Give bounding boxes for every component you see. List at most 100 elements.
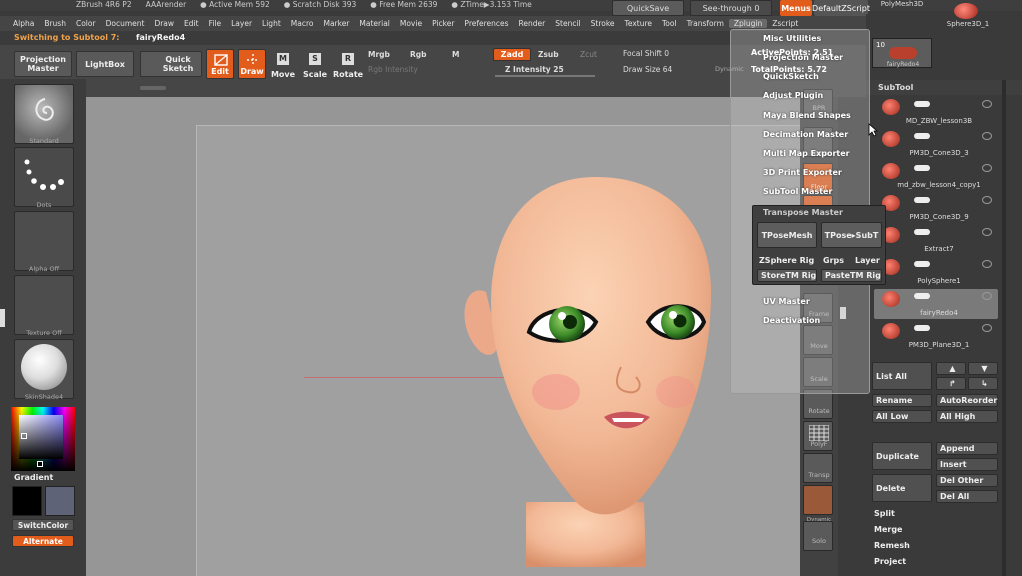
alternate-button[interactable]: Alternate (12, 535, 74, 547)
move-top-button[interactable]: ↱ (936, 377, 966, 390)
zplugin-item-maya-blend-shapes[interactable]: Maya Blend Shapes (763, 111, 851, 120)
move-down-button[interactable]: ▼ (968, 362, 998, 375)
main-color-swatch[interactable] (12, 486, 42, 516)
pastetm-rig-button[interactable]: PasteTM Rig (821, 269, 882, 282)
uv-master-item[interactable]: UV Master (763, 297, 810, 306)
see-through-slider[interactable]: See-through 0 (690, 0, 772, 16)
rotate-button[interactable]: R Rotate (333, 49, 363, 79)
visibility-toggle[interactable] (914, 197, 930, 203)
projection-master-button[interactable]: Projection Master (14, 51, 72, 77)
texture-button[interactable] (14, 275, 74, 335)
visibility-toggle[interactable] (914, 229, 930, 235)
default-zscript-button[interactable]: DefaultZScript (812, 0, 870, 16)
tposemesh-button[interactable]: TPoseMesh (757, 222, 817, 248)
quicksave-button[interactable]: QuickSave (612, 0, 684, 16)
menu-texture[interactable]: Texture (620, 19, 657, 28)
insert-button[interactable]: Insert (936, 458, 998, 471)
focal-shift-slider[interactable]: Focal Shift 0 (623, 49, 669, 58)
zsphere-rig-toggle[interactable]: ZSphere Rig (759, 256, 814, 265)
subtool-item[interactable]: PM3D_Cone3D_3 (874, 129, 998, 159)
palette-scrollbar[interactable] (1002, 80, 1006, 576)
menu-edit[interactable]: Edit (179, 19, 204, 28)
eye-icon[interactable] (982, 228, 992, 236)
eye-icon[interactable] (982, 324, 992, 332)
menu-marker[interactable]: Marker (318, 19, 354, 28)
subtool-item[interactable]: MD_ZBW_lesson3B (874, 97, 998, 127)
auto-reorder-button[interactable]: AutoReorder (936, 394, 998, 407)
menu-layer[interactable]: Layer (226, 19, 257, 28)
eye-icon[interactable] (982, 100, 992, 108)
subtool-item[interactable]: PolySphere1 (874, 257, 998, 287)
menu-file[interactable]: File (204, 19, 227, 28)
quick-sketch-button[interactable]: Quick Sketch (140, 51, 202, 77)
eye-icon[interactable] (982, 164, 992, 172)
menu-macro[interactable]: Macro (286, 19, 319, 28)
alpha-button[interactable] (14, 211, 74, 271)
visibility-toggle[interactable] (914, 325, 930, 331)
solo-button[interactable] (803, 521, 833, 551)
draw-size-slider[interactable]: Draw Size 64 (623, 65, 672, 74)
menu-picker[interactable]: Picker (427, 19, 459, 28)
menu-zscript[interactable]: Zscript (767, 19, 803, 28)
zplugin-item-adjust-plugin[interactable]: Adjust Plugin (763, 91, 823, 100)
zplugin-item-multi-map-exporter[interactable]: Multi Map Exporter (763, 149, 850, 158)
scale-button[interactable]: S Scale (302, 49, 328, 79)
menu-transform[interactable]: Transform (682, 19, 729, 28)
list-all-button[interactable]: List All (872, 362, 932, 390)
edit-button[interactable]: Edit (206, 49, 234, 79)
sphere-tool-icon[interactable] (954, 3, 978, 19)
all-high-button[interactable]: All High (936, 410, 998, 423)
menu-document[interactable]: Document (101, 19, 150, 28)
rgb-intensity-slider[interactable]: Rgb Intensity (368, 65, 418, 74)
menu-material[interactable]: Material (354, 19, 394, 28)
zcut-button[interactable]: Zcut (580, 50, 597, 59)
subtool-item[interactable]: PM3D_Cone3D_9 (874, 193, 998, 223)
menu-draw[interactable]: Draw (149, 19, 179, 28)
lightbox-button[interactable]: LightBox (76, 51, 134, 77)
menu-stroke[interactable]: Stroke (586, 19, 620, 28)
remesh-menu[interactable]: Remesh (874, 541, 910, 550)
m-button[interactable]: M (452, 50, 459, 59)
duplicate-button[interactable]: Duplicate (872, 442, 932, 470)
subtool-item[interactable]: fairyRedo4 (874, 289, 998, 319)
menu-light[interactable]: Light (257, 19, 286, 28)
zplugin-item-subtool-master[interactable]: SubTool Master (763, 187, 832, 196)
left-tray-handle[interactable] (0, 309, 5, 327)
brush-standard-button[interactable] (14, 84, 74, 144)
del-all-button[interactable]: Del All (936, 490, 998, 503)
zplugin-item-3d-print-exporter[interactable]: 3D Print Exporter (763, 168, 842, 177)
move-up-button[interactable]: ▲ (936, 362, 966, 375)
zplugin-item-decimation-master[interactable]: Decimation Master (763, 130, 848, 139)
rgb-button[interactable]: Rgb (410, 50, 427, 59)
visibility-toggle[interactable] (914, 133, 930, 139)
eye-icon[interactable] (982, 292, 992, 300)
tpose-subt-button[interactable]: TPose▸SubT (821, 222, 882, 248)
fairy-tool-thumb[interactable]: 10 fairyRedo4 (872, 38, 932, 68)
storetm-rig-button[interactable]: StoreTM Rig (757, 269, 817, 282)
move-bottom-button[interactable]: ↳ (968, 377, 998, 390)
z-intensity-slider[interactable]: Z Intensity 25 (505, 65, 564, 74)
zsub-button[interactable]: Zsub (538, 50, 559, 59)
move-button[interactable]: M Move (270, 49, 296, 79)
menus-button[interactable]: Menus (780, 0, 812, 16)
zplugin-item-misc-utilities[interactable]: Misc Utilities (763, 34, 821, 43)
subtool-header[interactable]: SubTool (866, 80, 1022, 95)
visibility-toggle[interactable] (914, 293, 930, 299)
delete-button[interactable]: Delete (872, 474, 932, 502)
all-low-button[interactable]: All Low (872, 410, 932, 423)
visibility-toggle[interactable] (914, 261, 930, 267)
menu-zplugin[interactable]: Zplugin (728, 19, 768, 28)
visibility-toggle[interactable] (914, 165, 930, 171)
transpose-master-title[interactable]: Transpose Master (763, 208, 843, 217)
switch-color-button[interactable]: SwitchColor (12, 519, 74, 531)
menu-brush[interactable]: Brush (39, 19, 71, 28)
eye-icon[interactable] (982, 132, 992, 140)
menu-render[interactable]: Render (514, 19, 551, 28)
draw-button[interactable]: Draw (238, 49, 266, 79)
stroke-dots-button[interactable] (14, 147, 74, 207)
layer-toggle[interactable]: Layer (855, 256, 880, 265)
menu-alpha[interactable]: Alpha (8, 19, 39, 28)
subtool-item[interactable]: Extract7 (874, 225, 998, 255)
mrgb-button[interactable]: Mrgb (368, 50, 390, 59)
secondary-color-swatch[interactable] (45, 486, 75, 516)
